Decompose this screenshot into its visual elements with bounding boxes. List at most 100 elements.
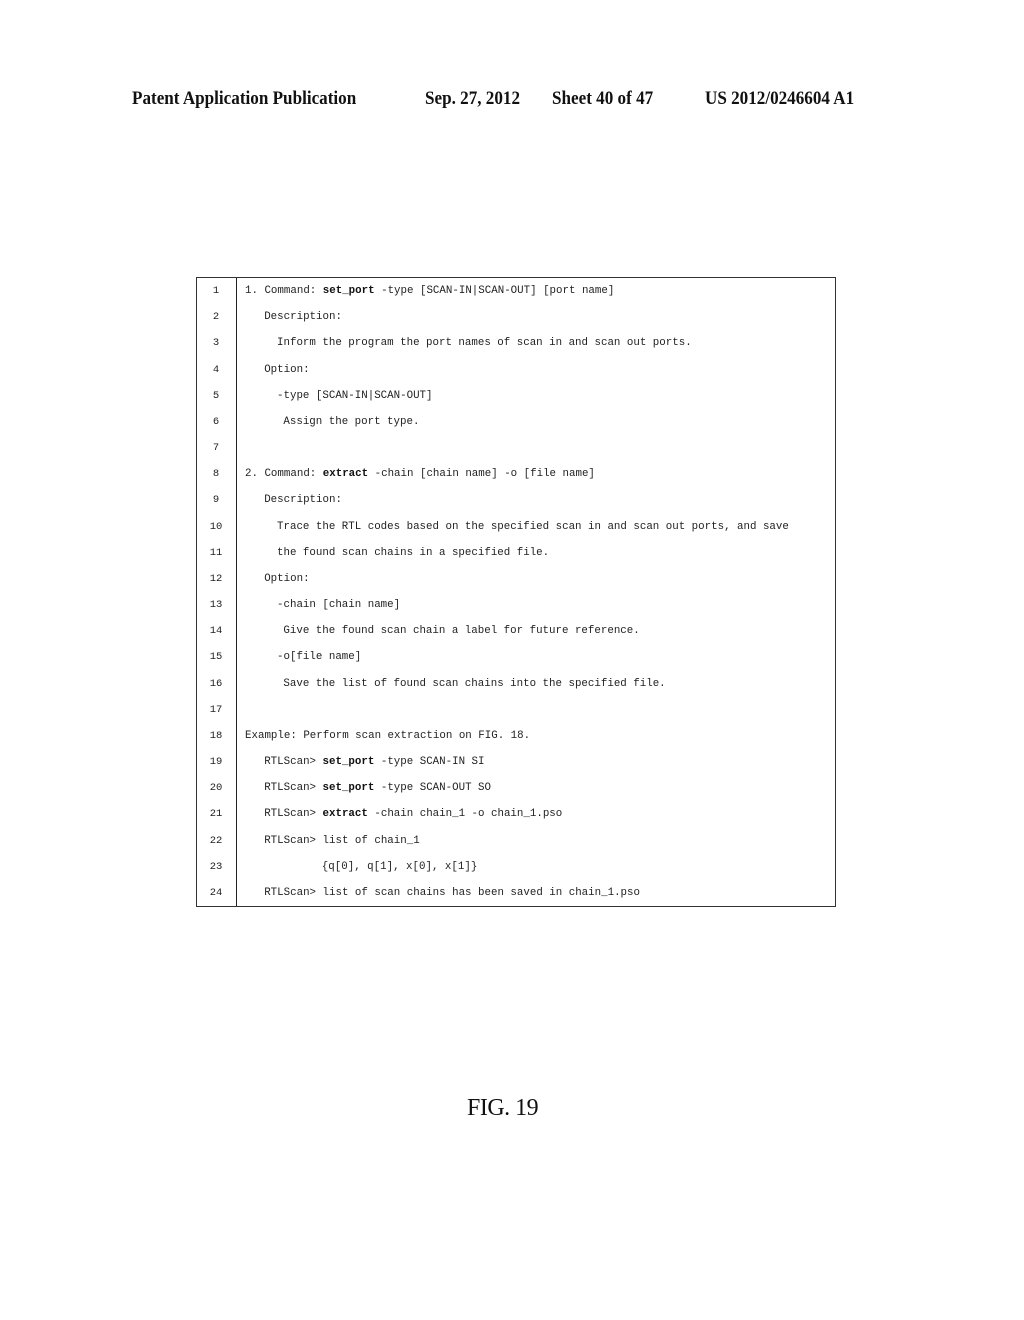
code-line: 16 Save the list of found scan chains int… [197,671,835,697]
line-text: RTLScan> list of scan chains has been sa… [264,880,640,906]
line-text: Inform the program the port names of sca… [277,330,692,356]
code-line: 6 Assign the port type. [197,409,835,435]
line-text-segment: -type SCAN-IN SI [374,756,485,769]
line-text-segment: Option: [264,572,310,585]
line-text: Trace the RTL codes based on the specifi… [277,514,789,540]
line-text-segment: RTLScan> [264,782,323,795]
line-text-segment: RTLScan> list of scan chains has been sa… [264,886,640,899]
command-keyword: extract [322,808,368,821]
line-text-segment: RTLScan> [264,756,323,769]
line-number: 6 [212,415,220,428]
code-line: 12 Option: [197,566,835,592]
code-line: 24 RTLScan> list of scan chains has been … [197,880,835,906]
code-line: 15 -o[file name] [197,644,835,670]
line-number: 8 [212,468,220,481]
line-text: {q[0], q[1], x[0], x[1]} [322,854,478,880]
line-text-segment: Option: [264,363,310,376]
line-text-segment: -o[file name] [277,651,362,664]
line-text: Description: [264,487,342,513]
line-text: RTLScan> set_port -type SCAN-IN SI [264,749,484,775]
line-text-segment: Assign the port type. [283,415,420,428]
code-line: 20 RTLScan> set_port -type SCAN-OUT SO [197,775,835,801]
line-text-segment: Inform the program the port names of sca… [277,337,692,350]
line-text-segment: Example: Perform scan extraction on FIG.… [245,729,531,742]
code-line: 10 Trace the RTL codes based on the speci… [197,514,835,540]
code-line: 22 RTLScan> list of chain_1 [197,828,835,854]
line-text: Give the found scan chain a label for fu… [283,618,639,644]
line-number: 22 [209,834,223,847]
publication-label: Patent Application Publication [132,88,357,109]
line-number: 20 [209,782,223,795]
line-text-segment: -type [SCAN-IN|SCAN-OUT] [port name] [374,285,615,297]
patent-number: US 2012/0246604 A1 [705,88,855,109]
code-line: 13 -chain [chain name] [197,592,835,618]
line-text-segment: -chain [chain name] [277,599,401,612]
line-number: 15 [209,651,223,664]
line-text-segment: 1. Command: [245,285,323,297]
line-text-segment: the found scan chains in a specified fil… [277,546,550,559]
code-line: 9 Description: [197,487,835,513]
line-text: -type [SCAN-IN|SCAN-OUT] [277,383,433,409]
line-number: 3 [212,337,220,350]
command-keyword: set_port [322,285,375,297]
code-line: 14 Give the found scan chain a label for … [197,618,835,644]
line-text: RTLScan> list of chain_1 [264,828,420,854]
line-text: RTLScan> extract -chain chain_1 -o chain… [264,801,562,827]
code-line: 11 the found scan chains in a specified f… [197,540,835,566]
line-text-segment: -chain chain_1 -o chain_1.pso [367,808,563,821]
line-text-segment: -type SCAN-OUT SO [374,782,491,795]
line-number: 4 [212,363,220,376]
line-text-segment: 2. Command: [245,468,323,481]
line-text: -o[file name] [277,644,361,670]
line-number: 18 [209,729,223,742]
sheet-number: Sheet 40 of 47 [552,88,654,109]
line-text: RTLScan> set_port -type SCAN-OUT SO [264,775,491,801]
line-number: 14 [209,625,223,638]
line-text-segment: {q[0], q[1], x[0], x[1]} [321,860,478,873]
line-text: Save the list of found scan chains into … [283,671,665,697]
figure-label: FIG. 19 [467,1095,539,1121]
code-line: 18 Example: Perform scan extraction on FI… [197,723,835,749]
command-keyword: extract [322,468,369,481]
line-text-segment: RTLScan> list of chain_1 [264,834,420,847]
command-keyword: set_port [322,756,375,769]
line-number: 24 [209,886,223,899]
line-number: 19 [209,756,223,769]
code-line: 8 2. Command: extract -chain [chain name]… [197,461,835,487]
line-number: 1 [212,285,220,297]
line-text-segment: Trace the RTL codes based on the specifi… [277,520,789,533]
code-listing: 1 1. Command: set_port -type [SCAN-IN|SCA… [196,277,836,907]
line-number: 10 [209,520,223,533]
line-text: Example: Perform scan extraction on FIG.… [245,723,530,749]
line-text-segment: Save the list of found scan chains into … [283,677,666,690]
code-line: 19 RTLScan> set_port -type SCAN-IN SI [197,749,835,775]
line-text: Assign the port type. [283,409,419,435]
line-number: 11 [209,546,223,559]
line-text-segment: -chain [chain name] -o [file name] [368,468,595,481]
code-line: 3 Inform the program the port names of sc… [197,330,835,356]
command-keyword: set_port [322,782,375,795]
line-text-segment: Description: [264,311,342,324]
code-line: 5 -type [SCAN-IN|SCAN-OUT] [197,383,835,409]
line-text-segment: Description: [264,494,342,507]
code-line: 7 [197,435,835,461]
line-text: -chain [chain name] [277,592,400,618]
line-number: 13 [209,599,223,612]
line-text-segment: -type [SCAN-IN|SCAN-OUT] [277,389,433,402]
page-header: Patent Application Publication Sep. 27, … [132,88,892,116]
code-line: 21 RTLScan> extract -chain chain_1 -o cha… [197,801,835,827]
line-text: 2. Command: extract -chain [chain name] … [245,461,595,487]
line-number: 23 [209,860,223,873]
line-text-segment: Give the found scan chain a label for fu… [283,625,640,638]
code-line: 23 {q[0], q[1], x[0], x[1]} [197,854,835,880]
line-text: 1. Command: set_port -type [SCAN-IN|SCAN… [245,278,614,304]
line-text: the found scan chains in a specified fil… [277,540,549,566]
line-number: 9 [212,494,220,507]
line-number: 7 [212,442,220,455]
publication-date: Sep. 27, 2012 [425,88,521,109]
line-number: 16 [209,677,223,690]
line-number: 12 [209,572,223,585]
line-text: Description: [264,304,342,330]
code-line: 1 1. Command: set_port -type [SCAN-IN|SCA… [197,278,835,304]
line-number: 21 [209,808,223,821]
